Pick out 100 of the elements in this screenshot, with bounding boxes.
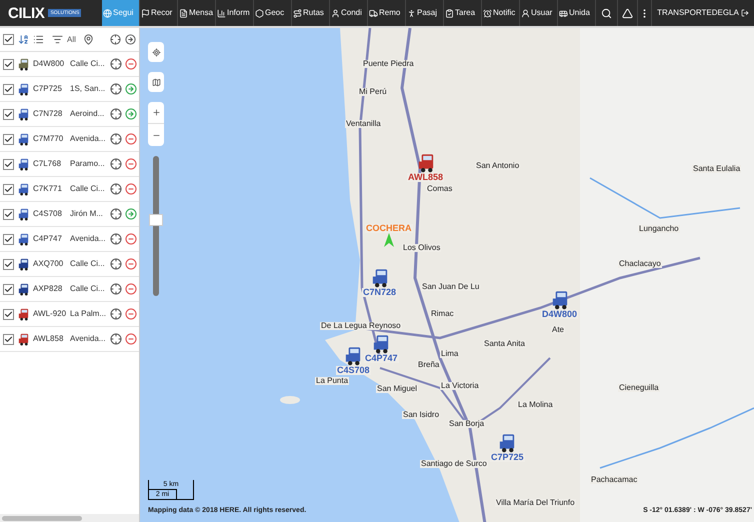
clipboard-icon (445, 8, 454, 18)
place-label: Santa Anita (483, 340, 526, 348)
plate-text: D4W800 (33, 58, 66, 70)
plate-text: AXQ700 (33, 258, 64, 270)
person-icon (331, 8, 340, 18)
filter-icon[interactable] (52, 34, 63, 45)
locate-icon (152, 48, 160, 56)
marker-label: D4W800 (541, 310, 578, 319)
vehicle-row[interactable]: C7L768 Paramo... (0, 152, 139, 177)
nav-tab[interactable]: Recor (140, 0, 178, 26)
scrollbar-thumb[interactable] (2, 516, 82, 520)
address-text: Aeroind... (70, 108, 106, 120)
zoom-in-button[interactable] (148, 102, 164, 124)
nav-tab[interactable]: Geoc (254, 0, 292, 26)
checkbox[interactable] (3, 158, 14, 170)
nav-tab[interactable]: Inform (216, 0, 254, 26)
checkbox[interactable] (3, 184, 14, 194)
hexagon-icon (255, 8, 264, 18)
crosshair-icon[interactable] (110, 133, 122, 145)
crosshair-icon[interactable] (110, 333, 122, 345)
sort-az-icon[interactable] (18, 34, 29, 45)
checkbox[interactable] (3, 308, 14, 320)
alarm-clock-icon (483, 8, 492, 18)
marker-label: C7N728 (362, 288, 398, 297)
place-label: Ventanilla (345, 120, 382, 128)
place-label: Cieneguilla (618, 384, 660, 392)
checkbox[interactable] (3, 134, 14, 144)
vehicle-row[interactable]: D4W800 Calle Ci... (0, 52, 139, 77)
crosshair-icon[interactable] (110, 183, 122, 195)
crosshair-icon[interactable] (110, 34, 121, 45)
place-label: Chaclacayo (618, 260, 662, 268)
nav-tab[interactable]: Unida (558, 0, 596, 26)
crosshair-icon[interactable] (110, 258, 122, 270)
plate-text: C7N728 (33, 108, 64, 120)
nav-tab[interactable]: Usuar (520, 0, 558, 26)
pin-icon[interactable] (82, 34, 94, 45)
checkbox[interactable] (3, 58, 14, 70)
checkbox[interactable] (3, 108, 14, 120)
crosshair-icon[interactable] (110, 108, 122, 120)
nav-tab[interactable]: Rutas (292, 0, 330, 26)
plate-text: C4S708 (33, 208, 63, 220)
crosshair-icon[interactable] (110, 83, 122, 95)
checkbox[interactable] (3, 208, 14, 220)
marker-label: C4S708 (336, 366, 371, 375)
place-label: La Victoria (440, 382, 480, 390)
vehicle-row[interactable]: AXP828 Calle Ci... (0, 277, 139, 302)
nav-tab[interactable]: Condi (330, 0, 368, 26)
checkbox[interactable] (3, 334, 14, 344)
place-label: De La Legua Reynoso (320, 322, 402, 330)
zoom-slider-thumb[interactable] (149, 214, 163, 226)
logout-icon (740, 9, 749, 17)
show-all-button[interactable]: All (67, 36, 76, 44)
place-label: Lungancho (638, 225, 680, 233)
marker-label: COCHERA (365, 224, 413, 233)
arrow-circle-icon[interactable] (125, 34, 136, 45)
place-label: Los Olivos (402, 244, 442, 252)
vehicle-row[interactable]: C4S708 Jirón M... (0, 202, 139, 227)
nav-tab[interactable]: Remo (368, 0, 406, 26)
address-text: Avenida... (70, 133, 106, 145)
checkbox[interactable] (3, 284, 14, 294)
arrow-icon (384, 233, 394, 247)
vehicle-row[interactable]: C7N728 Aeroind... (0, 102, 139, 127)
place-label: Villa María Del Triunfo (495, 499, 576, 507)
checkbox[interactable] (3, 84, 14, 94)
place-label: La Punta (315, 377, 350, 385)
checkbox[interactable] (3, 234, 14, 244)
checkbox[interactable] (3, 34, 14, 45)
user-icon (521, 8, 530, 18)
vehicle-row[interactable]: AWL858 Avenida... (0, 327, 139, 352)
vehicle-row[interactable]: C4P747 Avenida... (0, 227, 139, 252)
vehicle-row[interactable]: AXQ700 Calle Ci... (0, 252, 139, 277)
crosshair-icon[interactable] (110, 58, 122, 70)
vehicle-row[interactable]: C7M770 Avenida... (0, 127, 139, 152)
nav-tab[interactable]: Mensa (178, 0, 216, 26)
user-menu-button[interactable]: TRANSPORTEDEGLA (652, 0, 754, 26)
map-layers-button[interactable] (148, 72, 164, 92)
nav-tab[interactable]: Tarea (444, 0, 482, 26)
crosshair-icon[interactable] (110, 158, 122, 170)
address-text: Jirón M... (70, 208, 104, 220)
address-text: 1S, San... (70, 83, 106, 95)
marker-label: C7P725 (490, 453, 525, 462)
crosshair-icon[interactable] (110, 308, 122, 320)
checkbox[interactable] (3, 258, 14, 270)
crosshair-icon[interactable] (110, 208, 122, 220)
locate-button[interactable] (148, 42, 164, 62)
address-text: Calle Ci... (70, 283, 106, 295)
place-label: Lima (440, 350, 460, 358)
address-text: La Palm... (70, 308, 107, 320)
place-label: San Miguel (376, 385, 418, 393)
vehicle-row[interactable]: C7P725 1S, San... (0, 77, 139, 102)
plate-text: C7M770 (33, 133, 64, 145)
crosshair-icon[interactable] (110, 233, 122, 245)
crosshair-icon[interactable] (110, 283, 122, 295)
nav-tab[interactable]: Notific (482, 0, 520, 26)
vehicle-row[interactable]: AWL-920 La Palm... (0, 302, 139, 327)
vehicle-row[interactable]: C7K771 Calle Ci... (0, 177, 139, 202)
list-icon[interactable] (33, 34, 44, 45)
nav-tab[interactable]: Pasaj (406, 0, 444, 26)
plate-text: AXP828 (33, 283, 64, 295)
plus-icon (152, 108, 160, 117)
